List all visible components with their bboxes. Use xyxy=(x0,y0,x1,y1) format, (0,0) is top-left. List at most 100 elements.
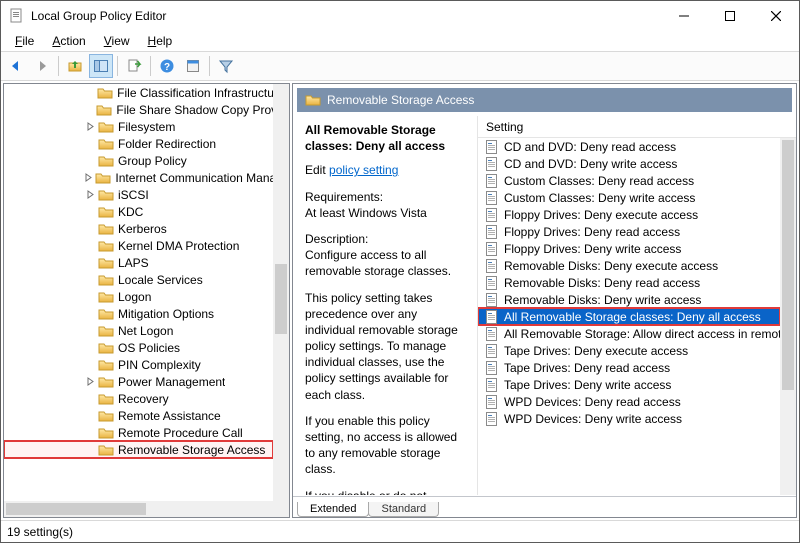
edit-policy-link[interactable]: policy setting xyxy=(329,163,398,177)
policy-list-item[interactable]: Custom Classes: Deny read access xyxy=(478,172,780,189)
expand-twisty-icon[interactable] xyxy=(84,173,93,182)
menu-file[interactable]: File xyxy=(7,33,42,49)
expand-twisty-icon[interactable] xyxy=(84,377,96,386)
back-button[interactable] xyxy=(4,54,28,78)
policy-list-item[interactable]: Tape Drives: Deny read access xyxy=(478,359,780,376)
tree-item[interactable]: OS Policies xyxy=(4,339,273,356)
policy-list-item[interactable]: All Removable Storage: Allow direct acce… xyxy=(478,325,780,342)
menu-help[interactable]: Help xyxy=(140,33,181,49)
policy-name-heading: All Removable Storage classes: Deny all … xyxy=(305,122,469,154)
folder-icon xyxy=(95,170,115,186)
tree-item-label: Power Management xyxy=(118,375,225,389)
tab-extended[interactable]: Extended xyxy=(297,502,369,517)
folder-icon xyxy=(98,323,118,339)
tree-item-label: Internet Communication Management xyxy=(115,171,273,185)
policy-label: Removable Disks: Deny read access xyxy=(504,276,700,290)
tree-body[interactable]: File Classification InfrastructureFile S… xyxy=(4,84,273,501)
menu-action[interactable]: Action xyxy=(44,33,93,49)
tree-item[interactable]: Folder Redirection xyxy=(4,135,273,152)
tree-item[interactable]: KDC xyxy=(4,203,273,220)
maximize-button[interactable] xyxy=(707,1,753,31)
list-vscrollbar[interactable] xyxy=(780,138,796,495)
folder-icon xyxy=(96,102,116,118)
description-paragraph: This policy setting takes precedence ove… xyxy=(305,290,469,403)
policy-list-item[interactable]: WPD Devices: Deny write access xyxy=(478,410,780,427)
scroll-thumb[interactable] xyxy=(6,503,146,515)
tree-item[interactable]: PIN Complexity xyxy=(4,356,273,373)
policy-list-item[interactable]: Removable Disks: Deny read access xyxy=(478,274,780,291)
tree-item[interactable]: File Classification Infrastructure xyxy=(4,84,273,101)
forward-button[interactable] xyxy=(30,54,54,78)
minimize-button[interactable] xyxy=(661,1,707,31)
tree-item[interactable]: Power Management xyxy=(4,373,273,390)
policy-list-item[interactable]: Floppy Drives: Deny read access xyxy=(478,223,780,240)
policy-label: Removable Disks: Deny write access xyxy=(504,293,701,307)
tree-vscrollbar[interactable] xyxy=(273,84,289,501)
tree-item[interactable]: Recovery xyxy=(4,390,273,407)
expand-twisty-icon[interactable] xyxy=(84,122,96,131)
policy-list-item[interactable]: Floppy Drives: Deny execute access xyxy=(478,206,780,223)
help-button[interactable]: ? xyxy=(155,54,179,78)
expand-twisty-icon[interactable] xyxy=(84,190,96,199)
tree-item[interactable]: Remote Assistance xyxy=(4,407,273,424)
tree-item[interactable]: Kernel DMA Protection xyxy=(4,237,273,254)
scroll-thumb[interactable] xyxy=(275,264,287,334)
tree-item[interactable]: LAPS xyxy=(4,254,273,271)
folder-icon xyxy=(98,408,118,424)
tree-item[interactable]: Group Policy xyxy=(4,152,273,169)
filter-button[interactable] xyxy=(214,54,238,78)
tree-item[interactable]: iSCSI xyxy=(4,186,273,203)
policy-list-item[interactable]: Tape Drives: Deny execute access xyxy=(478,342,780,359)
tree-item[interactable]: Net Logon xyxy=(4,322,273,339)
folder-icon xyxy=(97,85,117,101)
menu-view[interactable]: View xyxy=(96,33,138,49)
window-title: Local Group Policy Editor xyxy=(31,9,166,23)
tree-hscrollbar[interactable] xyxy=(4,501,273,517)
policy-list-item[interactable]: Custom Classes: Deny write access xyxy=(478,189,780,206)
tree-item[interactable]: Mitigation Options xyxy=(4,305,273,322)
close-button[interactable] xyxy=(753,1,799,31)
scroll-thumb[interactable] xyxy=(782,140,794,390)
policy-icon xyxy=(484,343,504,359)
tree-item[interactable]: Logon xyxy=(4,288,273,305)
tab-standard[interactable]: Standard xyxy=(368,502,439,517)
folder-icon xyxy=(98,136,118,152)
properties-button[interactable] xyxy=(181,54,205,78)
tree-pane: File Classification InfrastructureFile S… xyxy=(3,83,290,518)
policy-list-item[interactable]: Floppy Drives: Deny write access xyxy=(478,240,780,257)
tree-item[interactable]: Locale Services xyxy=(4,271,273,288)
policy-list-item[interactable]: WPD Devices: Deny read access xyxy=(478,393,780,410)
policy-list-item[interactable]: CD and DVD: Deny write access xyxy=(478,155,780,172)
policy-list-item[interactable]: Removable Disks: Deny write access xyxy=(478,291,780,308)
tree-item-label: Kerberos xyxy=(118,222,167,236)
policy-icon xyxy=(484,224,504,240)
tree-item-label: OS Policies xyxy=(118,341,180,355)
list-column-header[interactable]: Setting xyxy=(478,116,796,138)
policy-label: Floppy Drives: Deny read access xyxy=(504,225,680,239)
policy-label: Floppy Drives: Deny write access xyxy=(504,242,681,256)
policy-list-item[interactable]: Removable Disks: Deny execute access xyxy=(478,257,780,274)
folder-icon xyxy=(98,238,118,254)
export-button[interactable] xyxy=(122,54,146,78)
policy-label: Tape Drives: Deny read access xyxy=(504,361,670,375)
description-paragraph: If you enable this policy setting, no ac… xyxy=(305,413,469,478)
tree-item[interactable]: Kerberos xyxy=(4,220,273,237)
tree-item[interactable]: Filesystem xyxy=(4,118,273,135)
up-button[interactable] xyxy=(63,54,87,78)
tree-item[interactable]: Internet Communication Management xyxy=(4,169,273,186)
tree-item-label: Remote Assistance xyxy=(118,409,221,423)
policy-list-item[interactable]: All Removable Storage classes: Deny all … xyxy=(478,308,780,325)
close-icon xyxy=(771,11,781,21)
menubar: File Action View Help xyxy=(1,31,799,51)
folder-icon xyxy=(98,374,118,390)
policy-list-item[interactable]: CD and DVD: Deny read access xyxy=(478,138,780,155)
edit-label: Edit xyxy=(305,163,326,177)
policy-icon xyxy=(484,139,504,155)
tree-item[interactable]: Removable Storage Access xyxy=(4,441,273,458)
policy-list-item[interactable]: Tape Drives: Deny write access xyxy=(478,376,780,393)
policy-icon xyxy=(484,173,504,189)
tree-item[interactable]: Remote Procedure Call xyxy=(4,424,273,441)
settings-list[interactable]: CD and DVD: Deny read accessCD and DVD: … xyxy=(478,138,780,495)
tree-item[interactable]: File Share Shadow Copy Provider xyxy=(4,101,273,118)
show-hide-tree-button[interactable] xyxy=(89,54,113,78)
